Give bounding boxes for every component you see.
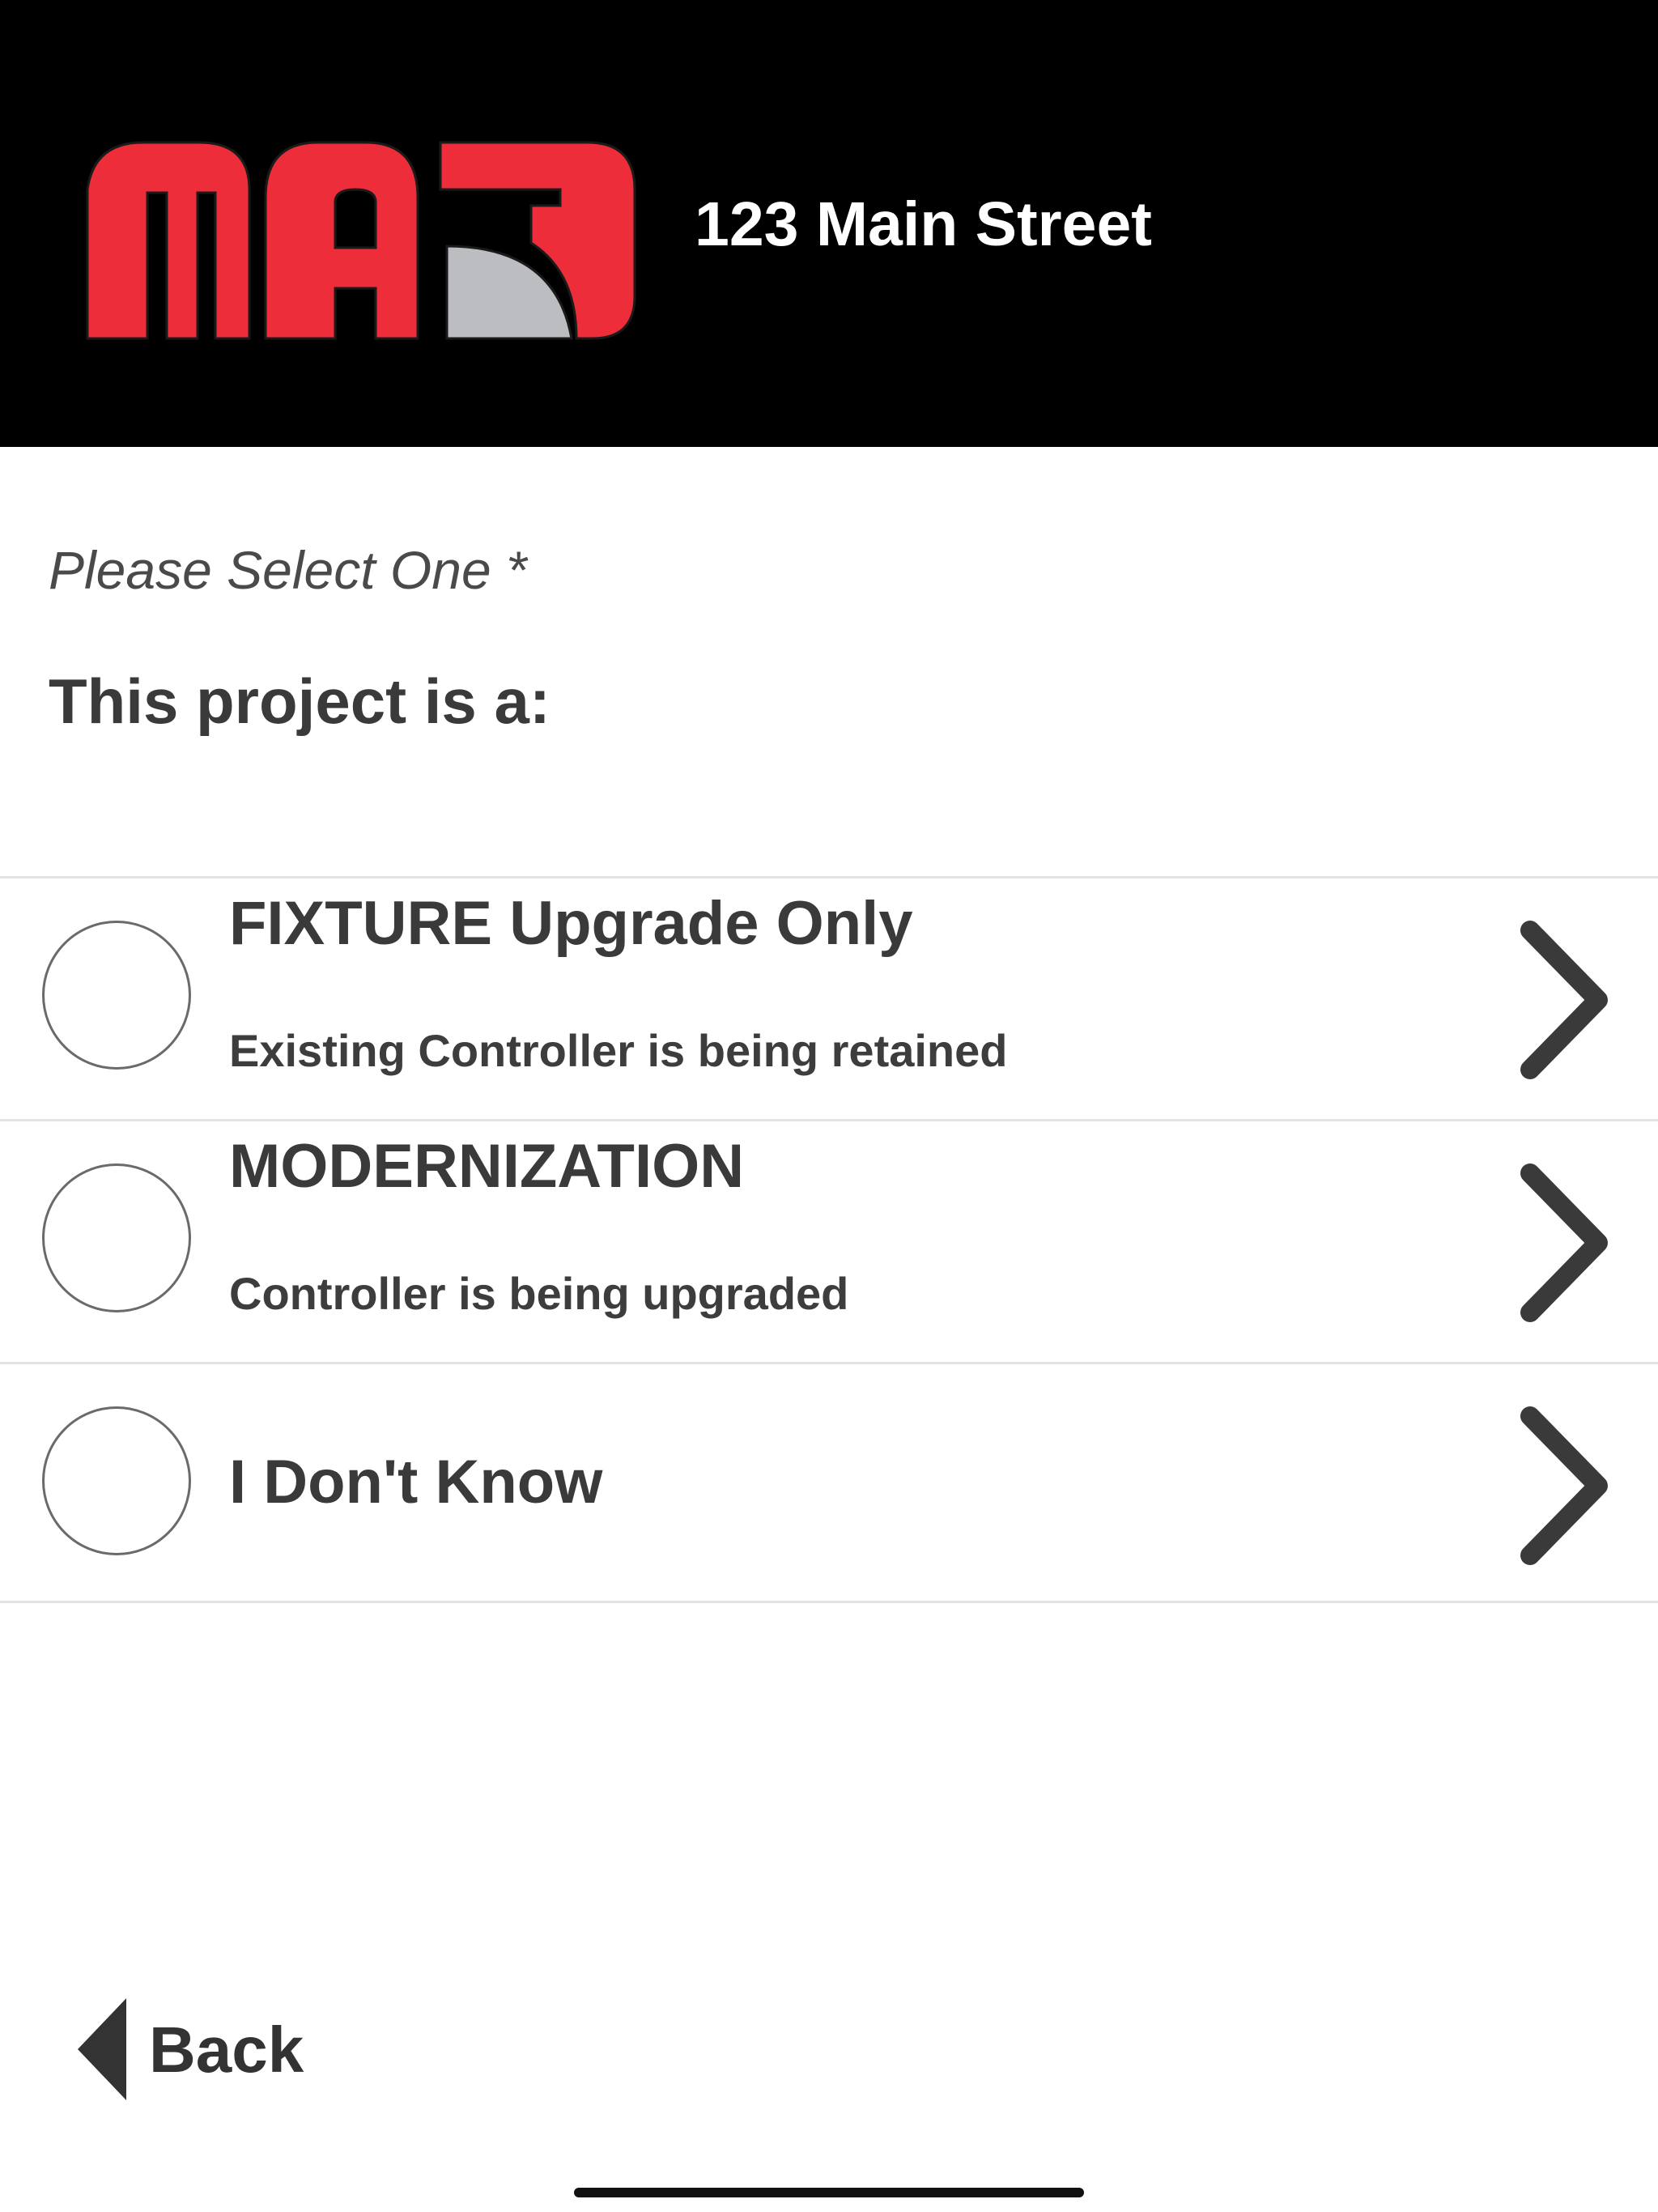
option-title: FIXTURE Upgrade Only [229,889,913,958]
project-address: 123 Main Street [695,189,1152,259]
chevron-right-icon [1520,1163,1608,1322]
back-button[interactable]: Back [74,1997,334,2102]
back-label: Back [149,2014,304,2086]
chevron-right-icon [1520,1406,1608,1565]
selection-instruction: Please Select One * [49,540,527,600]
radio-button[interactable] [42,921,191,1070]
chevron-right-icon [1520,921,1608,1079]
option-title: I Don't Know [229,1448,603,1516]
question-heading: This project is a: [49,666,551,737]
radio-button[interactable] [42,1406,191,1555]
back-arrow-icon [78,1998,126,2100]
option-title: MODERNIZATION [229,1132,745,1201]
home-indicator[interactable] [574,2188,1084,2197]
mad-logo [86,141,636,340]
page: 123 Main Street Please Select One * This… [0,0,1658,2212]
option-fixture-upgrade[interactable]: FIXTURE Upgrade Only Existing Controller… [0,878,1658,1121]
option-subtitle: Existing Controller is being retained [229,1025,1008,1076]
header-bar: 123 Main Street [0,0,1658,447]
project-type-list: FIXTURE Upgrade Only Existing Controller… [0,876,1658,1603]
radio-button[interactable] [42,1163,191,1312]
option-modernization[interactable]: MODERNIZATION Controller is being upgrad… [0,1121,1658,1364]
option-dont-know[interactable]: I Don't Know [0,1364,1658,1603]
option-subtitle: Controller is being upgraded [229,1268,849,1319]
